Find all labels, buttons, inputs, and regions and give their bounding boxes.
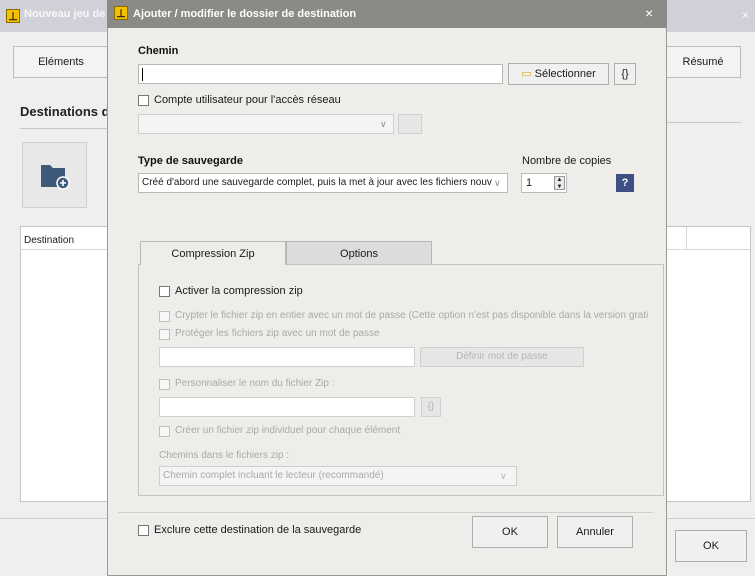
text-cursor: [142, 68, 143, 81]
table-header-divider: [21, 249, 107, 250]
ok-button[interactable]: OK: [472, 516, 548, 548]
customize-name-label: Personnaliser le nom du fichier Zip :: [175, 378, 335, 389]
tab-summary[interactable]: Résumé: [665, 46, 741, 78]
network-account-checkbox[interactable]: [138, 95, 149, 106]
destinations-section-title: Destinations de: [20, 104, 117, 119]
set-password-button[interactable]: Définir mot de passe: [420, 347, 584, 367]
path-label: Chemin: [138, 45, 179, 57]
backup-type-select[interactable]: Créé d'abord une sauvegarde complet, pui…: [138, 173, 508, 193]
chevron-down-icon: ∨: [494, 178, 501, 188]
background-ok-button[interactable]: OK: [675, 530, 747, 562]
enable-zip-label: Activer la compression zip: [175, 285, 303, 297]
zip-paths-select[interactable]: Chemin complet incluant le lecteur (reco…: [159, 466, 517, 486]
chevron-down-icon: ∨: [380, 119, 387, 129]
protect-zip-checkbox[interactable]: [159, 329, 170, 340]
folder-icon: ▭: [521, 68, 532, 80]
tab-options[interactable]: Options: [286, 241, 432, 265]
background-window-title: Nouveau jeu de: [24, 8, 106, 20]
network-account-edit-button[interactable]: [398, 114, 422, 134]
network-account-select[interactable]: ∨: [138, 114, 394, 134]
copies-label: Nombre de copies: [522, 155, 612, 167]
path-variables-button[interactable]: {}: [614, 63, 636, 85]
section-divider: [20, 128, 110, 129]
path-input[interactable]: [138, 64, 503, 84]
tab-compression-zip[interactable]: Compression Zip: [140, 241, 286, 265]
customize-name-checkbox[interactable]: [159, 379, 170, 390]
dialog-logo-icon: ⊥: [114, 6, 128, 20]
network-account-label: Compte utilisateur pour l'accès réseau: [154, 94, 341, 106]
app-logo-icon: ⊥: [6, 9, 20, 23]
section-divider-right: [665, 122, 741, 123]
dialog-title: Ajouter / modifier le dossier de destina…: [133, 8, 357, 20]
exclude-destination-checkbox[interactable]: [138, 525, 149, 536]
cancel-button[interactable]: Annuler: [557, 516, 633, 548]
copies-value: 1: [526, 177, 533, 189]
dialog-close-icon[interactable]: ×: [645, 5, 653, 21]
exclude-destination-label: Exclure cette destination de la sauvegar…: [154, 524, 362, 536]
column-divider: [686, 227, 687, 249]
password-field[interactable]: [159, 347, 415, 367]
select-folder-button[interactable]: ▭ Sélectionner: [508, 63, 609, 85]
encrypt-zip-checkbox[interactable]: [159, 311, 170, 322]
zip-name-field[interactable]: [159, 397, 415, 417]
encrypt-zip-label: Crypter le fichier zip en entier avec un…: [175, 310, 649, 321]
backup-type-value: Créé d'abord une sauvegarde complet, pui…: [142, 177, 492, 188]
table-header-destination: Destination: [24, 235, 75, 246]
protect-zip-label: Protéger les fichiers zip avec un mot de…: [175, 328, 380, 339]
copies-stepper[interactable]: 1 ▲ ▼: [521, 173, 567, 193]
tab-elements[interactable]: Eléments: [13, 46, 109, 78]
destinations-table[interactable]: Destination: [20, 226, 108, 502]
help-icon[interactable]: ?: [616, 174, 634, 192]
table-header-divider-right: [666, 249, 750, 250]
zip-name-variables-button[interactable]: {}: [421, 397, 441, 417]
add-folder-icon: [41, 165, 70, 190]
enable-zip-checkbox[interactable]: [159, 286, 170, 297]
chevron-down-icon: ∨: [500, 471, 507, 481]
zip-paths-value: Chemin complet incluant le lecteur (reco…: [163, 470, 384, 481]
zip-paths-label: Chemins dans le fichiers zip :: [159, 450, 290, 461]
stepper-arrows-icon[interactable]: ▲ ▼: [554, 176, 565, 190]
dialog-footer-divider: [118, 512, 653, 513]
individual-zip-label: Créer un fichier zip individuel pour cha…: [175, 425, 401, 436]
destinations-table-right: [665, 226, 751, 502]
select-folder-label: Sélectionner: [534, 68, 596, 80]
individual-zip-checkbox[interactable]: [159, 426, 170, 437]
backup-type-label: Type de sauvegarde: [138, 155, 243, 167]
background-close-icon[interactable]: ×: [742, 8, 749, 22]
add-destination-button[interactable]: [22, 142, 87, 208]
